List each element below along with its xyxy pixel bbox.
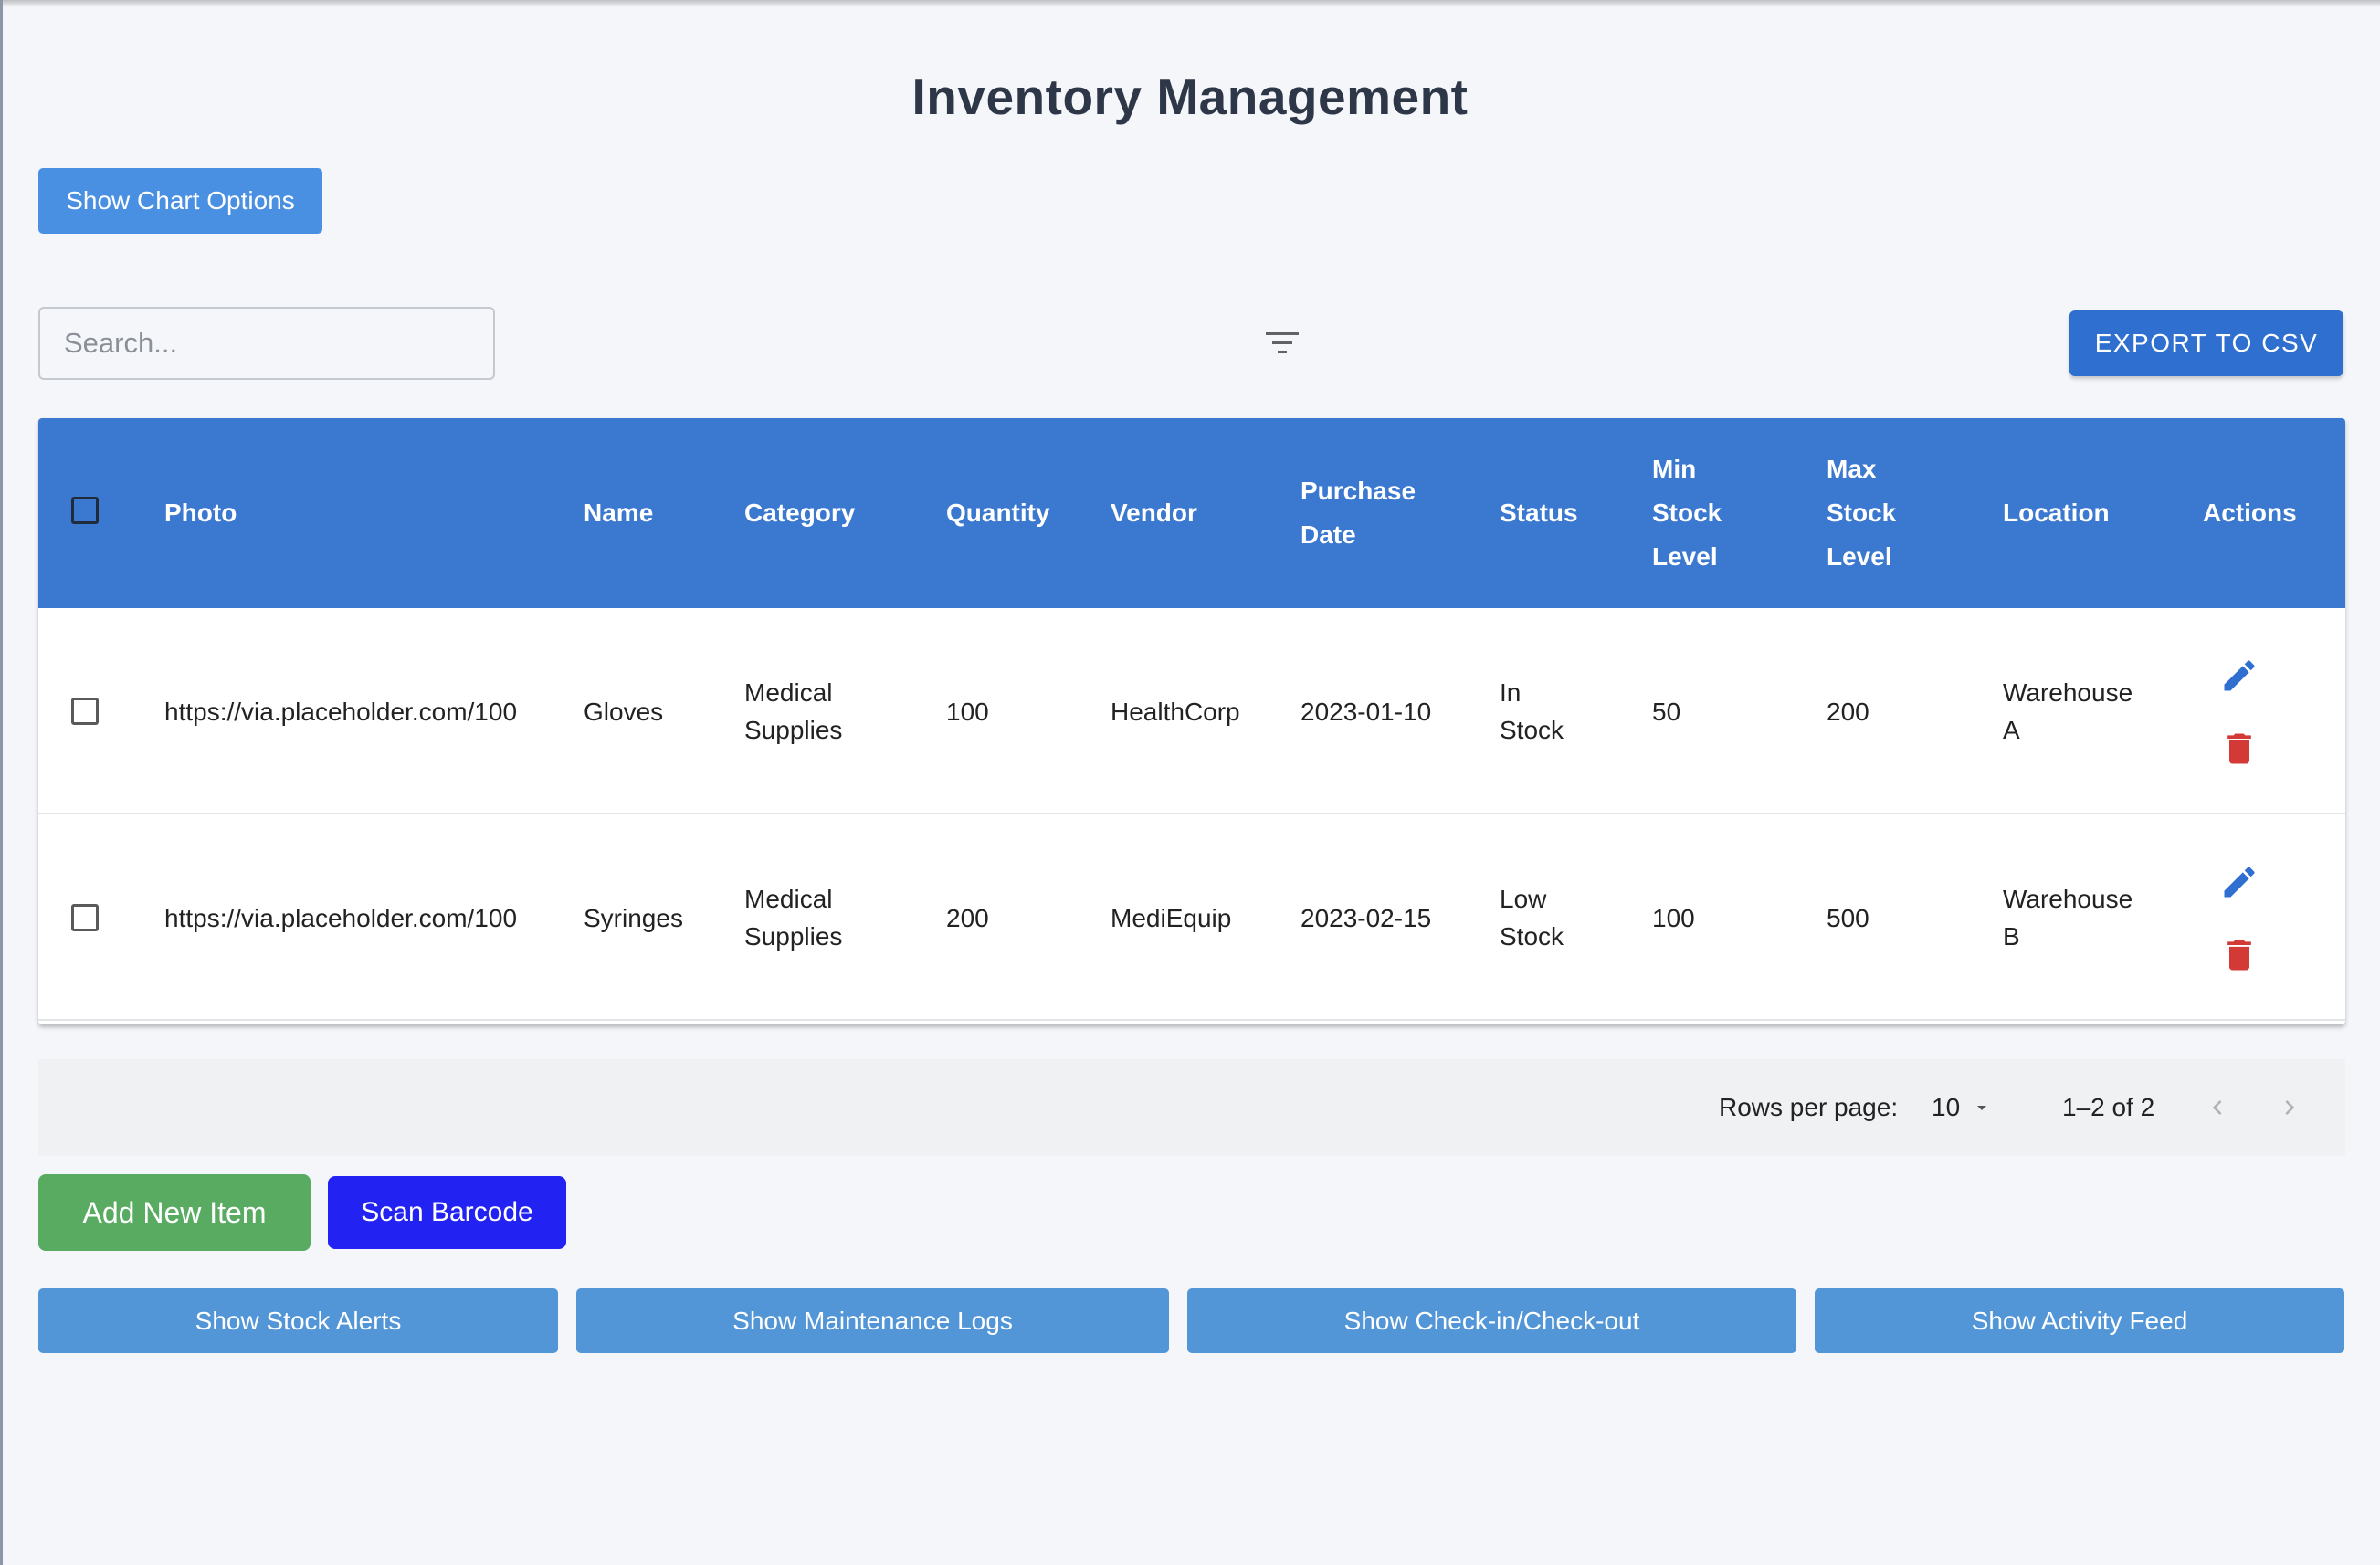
column-header-line: Stock [1827,499,1897,527]
cell-line: A [2003,716,2020,744]
cell-status: In Stock [1500,608,1564,814]
row-checkbox[interactable] [71,698,99,725]
column-header-vendor[interactable]: Vendor [1111,418,1197,608]
show-chart-options-button[interactable]: Show Chart Options [38,168,322,234]
chevron-right-icon[interactable] [2275,1093,2304,1122]
cell-name: Syringes [584,903,683,932]
inventory-table: Photo Name Category Quantity Vendor Purc… [38,418,2345,1024]
table-row[interactable]: https://via.placeholder.com/100 Gloves M… [38,608,2345,814]
cell-photo: https://via.placeholder.com/100 [164,903,518,932]
column-header-status[interactable]: Status [1500,418,1578,608]
search-input[interactable] [38,307,495,380]
edit-icon[interactable] [2219,862,2259,902]
cell-line: Stock [1500,922,1564,951]
cell-line: Warehouse [2003,678,2133,707]
column-header-line: Stock [1652,499,1722,527]
cell-photo: https://via.placeholder.com/100 [164,697,518,726]
cell-purchase-date: 2023-02-15 [1301,903,1432,932]
chevron-left-icon[interactable] [2203,1093,2232,1122]
cell-max-stock: 500 [1827,903,1869,932]
cell-vendor: MediEquip [1111,903,1232,932]
cell-min-stock: 100 [1652,903,1695,932]
pagination-range: 1–2 of 2 [2062,1093,2155,1121]
show-activity-feed-button[interactable]: Show Activity Feed [1815,1288,2344,1353]
show-check-in-check-out-button[interactable]: Show Check-in/Check-out [1187,1288,1796,1353]
column-header-line: Date [1301,520,1356,549]
show-stock-alerts-button[interactable]: Show Stock Alerts [38,1288,558,1353]
cell-line: Stock [1500,716,1564,744]
cell-vendor: HealthCorp [1111,697,1240,726]
delete-icon[interactable] [2219,935,2259,975]
cell-status: Low Stock [1500,814,1564,1021]
column-header-line: Level [1652,542,1718,571]
cell-line: Supplies [744,716,843,744]
select-all-checkbox[interactable] [71,497,99,524]
dropdown-arrow-icon [1977,1106,1987,1110]
cell-category: Medical Supplies [744,814,842,1021]
cell-line: Supplies [744,922,843,951]
app-frame: Inventory Management Show Chart Options … [0,0,2380,1565]
column-header-line: Min [1652,455,1697,483]
add-new-item-button[interactable]: Add New Item [38,1174,311,1251]
table-row[interactable]: https://via.placeholder.com/100 Syringes… [38,814,2345,1021]
cell-quantity: 200 [946,903,989,932]
column-header-quantity[interactable]: Quantity [946,418,1050,608]
column-header-line: Purchase [1301,477,1416,505]
scan-barcode-button[interactable]: Scan Barcode [328,1176,566,1249]
cell-name: Gloves [584,697,664,726]
cell-purchase-date: 2023-01-10 [1301,697,1432,726]
edit-icon[interactable] [2219,656,2259,696]
cell-location: Warehouse A [2003,608,2133,814]
page-title: Inventory Management [911,68,1469,125]
column-header-purchase-date[interactable]: Purchase Date [1301,418,1416,608]
rows-per-page-select[interactable]: 10 [1932,1059,1993,1156]
rows-per-page-label: Rows per page: [1719,1093,1899,1121]
column-header-min-stock-level[interactable]: Min Stock Level [1652,418,1722,608]
cell-min-stock: 50 [1652,697,1681,726]
cell-line: Medical [744,678,833,707]
column-header-category[interactable]: Category [744,418,855,608]
cell-location: Warehouse B [2003,814,2133,1021]
filter-list-icon[interactable] [1264,327,1301,360]
cell-quantity: 100 [946,697,989,726]
cell-category: Medical Supplies [744,608,842,814]
table-pagination: Rows per page: 10 1–2 of 2 [38,1059,2345,1156]
window-edge [0,0,3,1565]
column-header-name[interactable]: Name [584,418,653,608]
row-checkbox[interactable] [71,904,99,931]
cell-line: Medical [744,885,833,913]
delete-icon[interactable] [2219,729,2259,769]
column-header-line: Level [1827,542,1892,571]
top-shadow [0,0,2380,7]
rows-per-page-value: 10 [1932,1093,1961,1121]
cell-line: Low [1500,885,1547,913]
cell-line: In [1500,678,1522,707]
export-csv-button[interactable]: EXPORT TO CSV [2069,310,2343,376]
show-maintenance-logs-button[interactable]: Show Maintenance Logs [576,1288,1169,1353]
column-header-line: Max [1827,455,1877,483]
cell-line: Warehouse [2003,885,2133,913]
cell-max-stock: 200 [1827,697,1869,726]
column-header-actions: Actions [2203,499,2297,527]
table-header: Photo Name Category Quantity Vendor Purc… [38,418,2345,608]
column-header-photo[interactable]: Photo [164,418,237,608]
column-header-location[interactable]: Location [2003,418,2110,608]
cell-line: B [2003,922,2020,951]
column-header-max-stock-level[interactable]: Max Stock Level [1827,418,1896,608]
